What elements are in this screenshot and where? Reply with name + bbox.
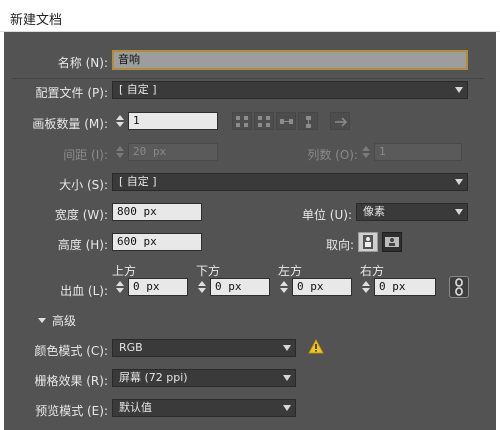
spacing-label: 间距 (I): — [63, 148, 108, 162]
height-input[interactable]: 600 px — [112, 233, 202, 251]
collapse-triangle-icon[interactable] — [38, 318, 46, 323]
arrange-by-row-icon[interactable] — [276, 112, 296, 130]
bleed-top-label: 上方 — [112, 264, 137, 278]
profile-select-value: [ 自定 ] — [119, 83, 157, 96]
raster-effects-select[interactable]: 屏幕 (72 ppi) — [112, 369, 296, 387]
name-input[interactable]: 音响 — [112, 50, 468, 70]
grid-by-row-icon[interactable] — [232, 112, 252, 130]
arrow-right-icon[interactable] — [330, 112, 350, 130]
units-select-value: 像素 — [363, 205, 385, 218]
landscape-orientation-icon[interactable] — [382, 232, 402, 252]
width-label: 宽度 (W): — [54, 208, 108, 222]
preview-mode-select-value: 默认值 — [119, 401, 152, 414]
new-document-dialog: 名称 (N): 音响 配置文件 (P): [ 自定 ] 画板数量 (M): 1 … — [4, 32, 496, 430]
columns-input[interactable]: 1 — [374, 143, 462, 161]
bleed-left-stepper[interactable] — [278, 278, 290, 296]
size-label: 大小 (S): — [59, 178, 108, 192]
artboard-count-stepper[interactable] — [114, 112, 126, 130]
color-mode-label: 颜色模式 (C): — [34, 344, 108, 358]
advanced-section-label[interactable]: 高级 — [52, 312, 76, 329]
width-input[interactable]: 800 px — [112, 203, 202, 221]
bleed-right-input[interactable]: 0 px — [374, 278, 436, 296]
profile-label: 配置文件 (P): — [35, 86, 108, 100]
bleed-left-label: 左方 — [278, 264, 303, 278]
name-label: 名称 (N): — [57, 56, 108, 70]
raster-effects-select-value: 屏幕 (72 ppi) — [119, 371, 188, 384]
bleed-bottom-input[interactable]: 0 px — [210, 278, 270, 296]
spacing-input[interactable]: 20 px — [128, 143, 218, 161]
units-label: 单位 (U): — [301, 208, 352, 222]
bleed-top-stepper[interactable] — [114, 278, 126, 296]
columns-label: 列数 (O): — [307, 148, 358, 162]
title-bar: 新建文档 — [0, 0, 500, 32]
warning-icon — [308, 339, 324, 357]
preview-mode-label: 预览模式 (E): — [35, 404, 108, 418]
grid-by-column-icon[interactable] — [254, 112, 274, 130]
height-label: 高度 (H): — [57, 238, 108, 252]
bleed-bottom-stepper[interactable] — [196, 278, 208, 296]
bleed-bottom-label: 下方 — [196, 264, 221, 278]
color-mode-select[interactable]: RGB — [112, 339, 296, 357]
bleed-label: 出血 (L): — [60, 284, 108, 298]
profile-select[interactable]: [ 自定 ] — [112, 81, 468, 99]
bleed-right-stepper[interactable] — [360, 278, 372, 296]
arrange-by-column-icon[interactable] — [298, 112, 318, 130]
size-select[interactable]: [ 自定 ] — [112, 173, 468, 191]
bleed-top-input[interactable]: 0 px — [128, 278, 188, 296]
chevron-down-icon — [283, 345, 291, 351]
divider — [12, 78, 484, 79]
window-title: 新建文档 — [10, 13, 63, 28]
bleed-right-label: 右方 — [360, 264, 385, 278]
portrait-orientation-icon[interactable] — [358, 232, 378, 252]
bleed-left-input[interactable]: 0 px — [292, 278, 352, 296]
chevron-down-icon — [455, 209, 463, 215]
units-select[interactable]: 像素 — [356, 203, 468, 221]
chevron-down-icon — [455, 87, 463, 93]
columns-stepper[interactable] — [360, 143, 372, 161]
artboard-count-input[interactable]: 1 — [128, 112, 218, 130]
size-select-value: [ 自定 ] — [119, 175, 157, 188]
preview-mode-select[interactable]: 默认值 — [112, 399, 296, 417]
color-mode-select-value: RGB — [119, 341, 143, 354]
chevron-down-icon — [283, 375, 291, 381]
spacing-stepper[interactable] — [114, 143, 126, 161]
link-icon[interactable] — [449, 276, 469, 298]
artboard-count-label: 画板数量 (M): — [32, 117, 108, 131]
chevron-down-icon — [455, 179, 463, 185]
chevron-down-icon — [283, 405, 291, 411]
orientation-label: 取向: — [325, 238, 354, 252]
raster-effects-label: 栅格效果 (R): — [34, 374, 108, 388]
